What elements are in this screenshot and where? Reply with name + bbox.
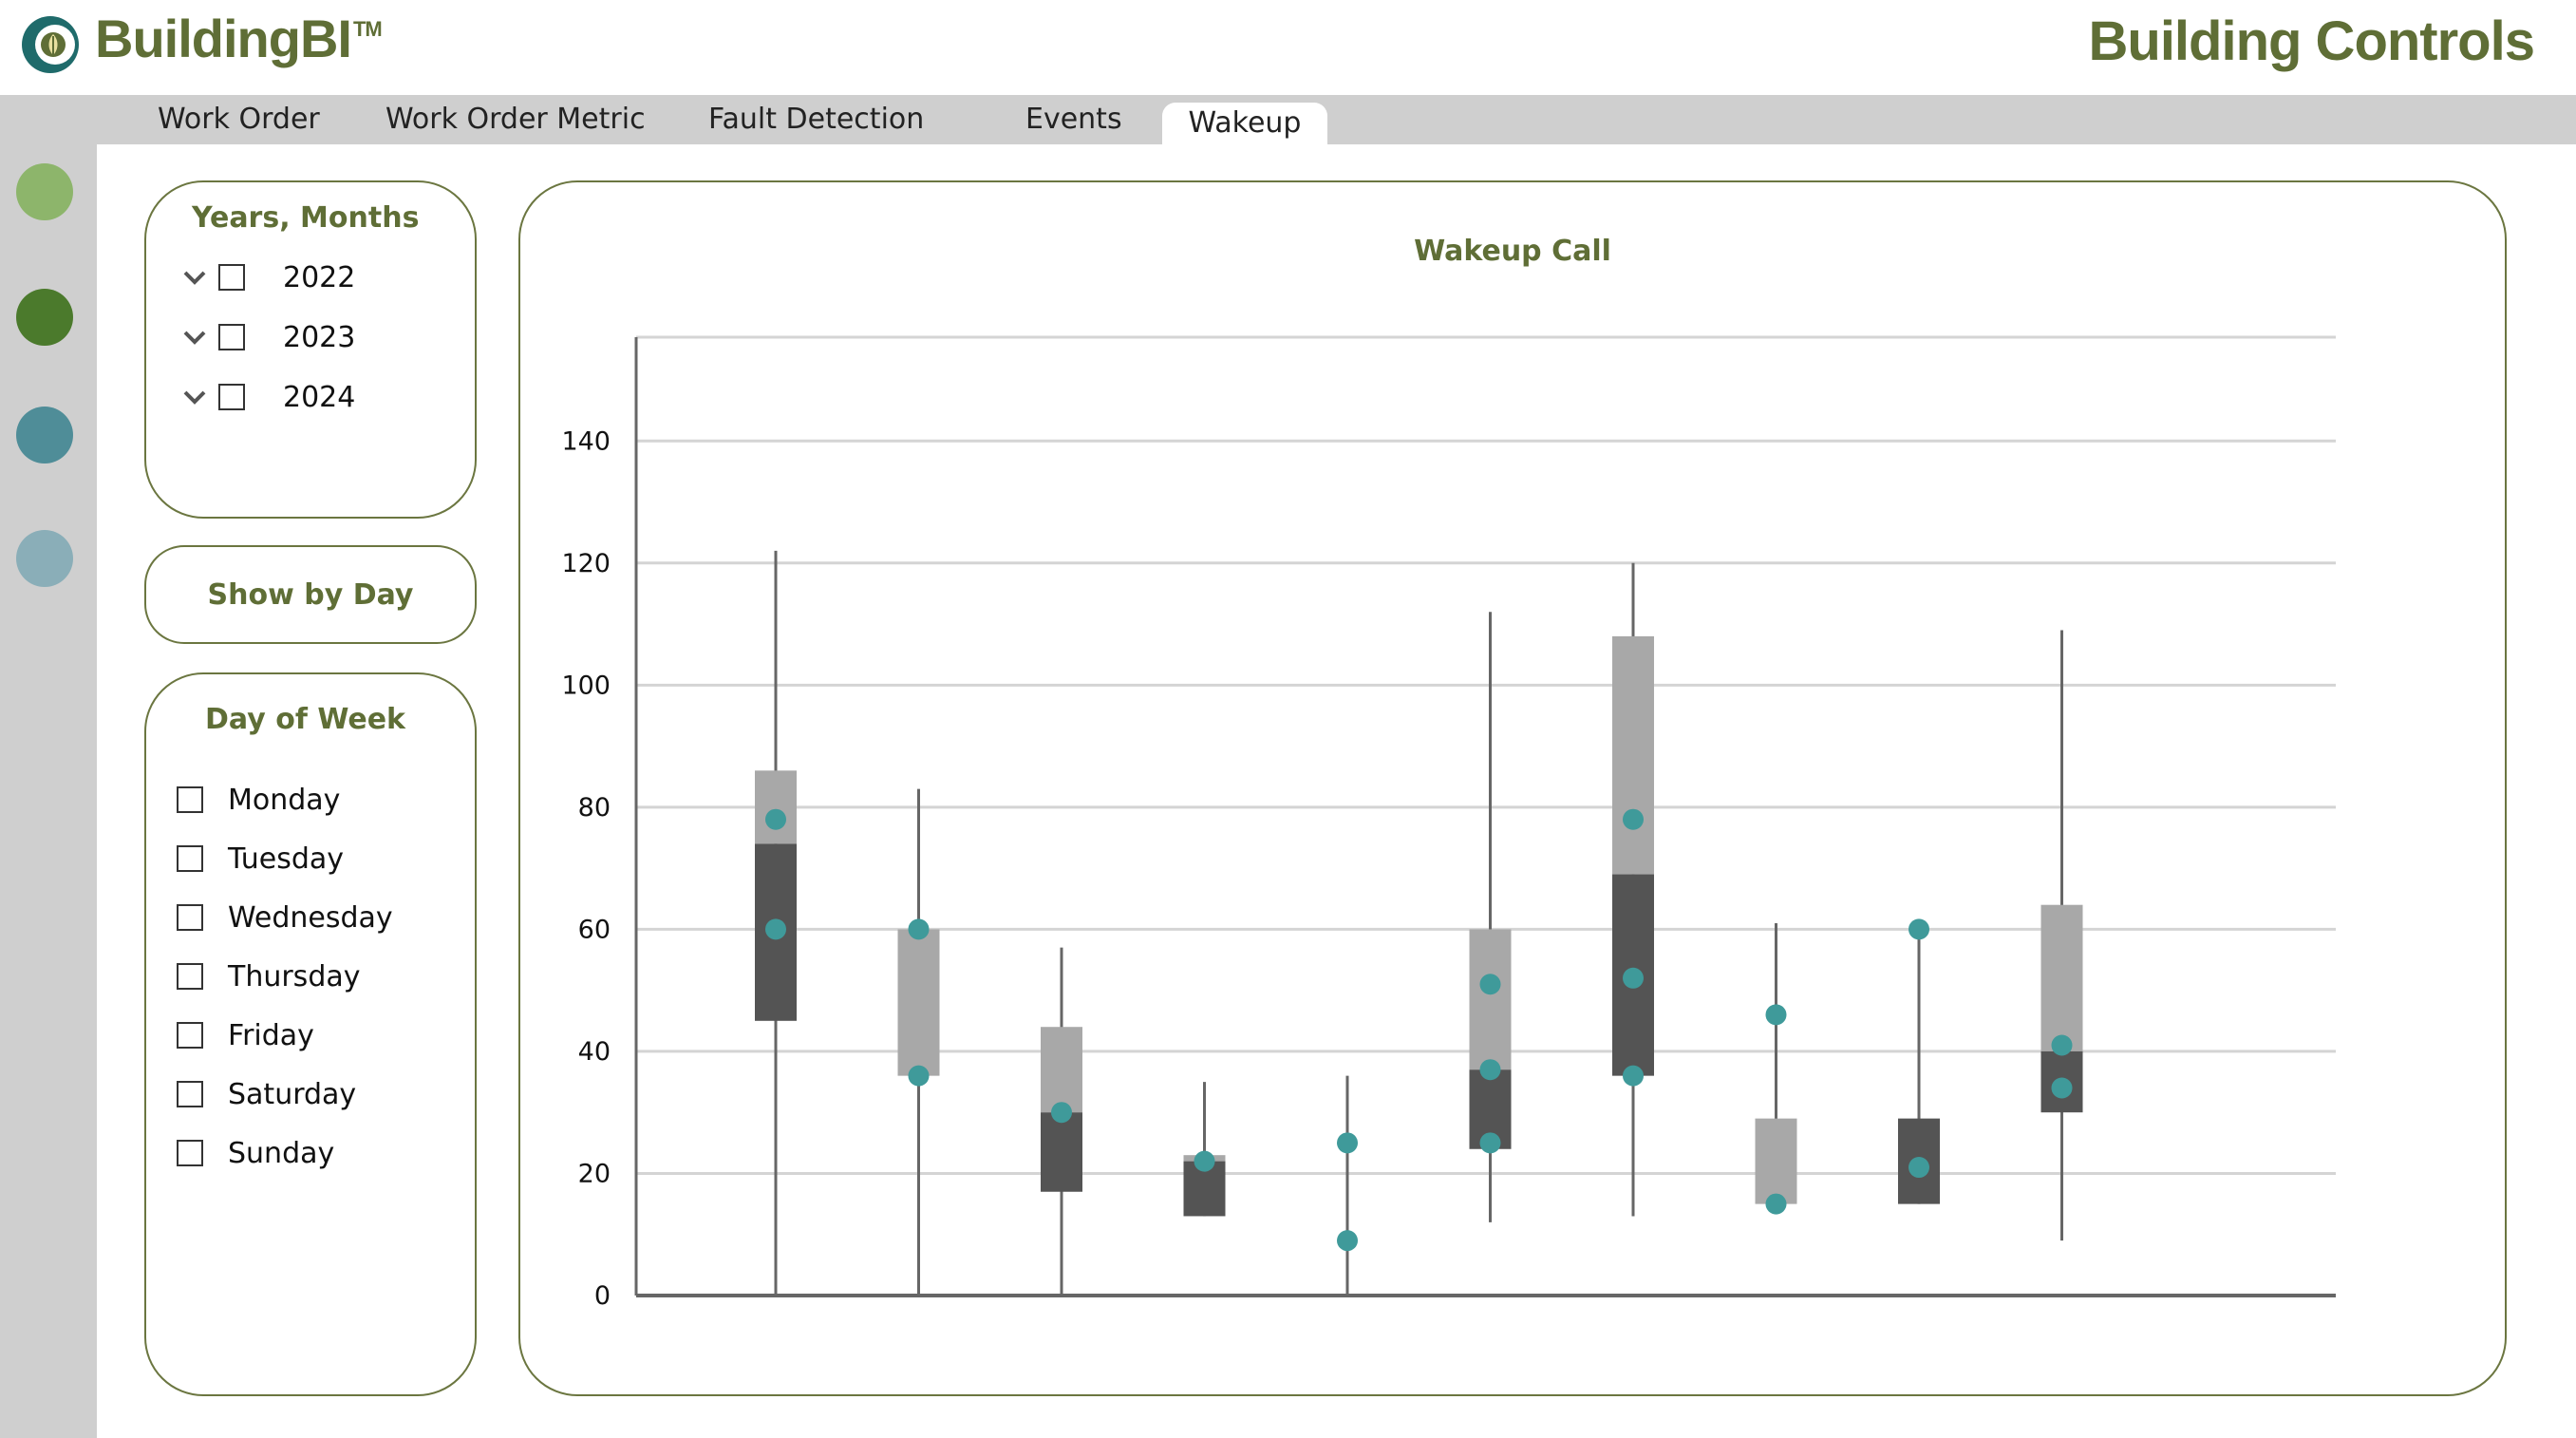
day-checkbox-friday[interactable] bbox=[177, 1022, 203, 1049]
year-label: 2023 bbox=[283, 320, 356, 354]
y-tick-label: 120 bbox=[561, 549, 611, 578]
day-row-friday: Friday bbox=[177, 1014, 314, 1056]
day-row-monday: Monday bbox=[177, 779, 340, 821]
box-upper bbox=[1041, 1027, 1082, 1113]
chevron-down-icon[interactable] bbox=[180, 263, 209, 292]
value-marker bbox=[1194, 1150, 1215, 1172]
wakeup-chart-panel: Wakeup Call 0 20 40 60 80 100 120 140 bbox=[518, 180, 2507, 1396]
day-row-saturday: Saturday bbox=[177, 1073, 356, 1115]
rail-gap bbox=[97, 144, 106, 1438]
chevron-down-icon[interactable] bbox=[180, 323, 209, 351]
show-by-day-button[interactable]: Show by Day bbox=[144, 545, 477, 644]
value-marker bbox=[765, 918, 786, 940]
value-marker bbox=[1623, 1065, 1644, 1087]
value-marker bbox=[765, 808, 786, 830]
day-checkbox-thursday[interactable] bbox=[177, 963, 203, 990]
tab-wakeup[interactable]: Wakeup bbox=[1162, 103, 1327, 144]
box-upper bbox=[2040, 904, 2083, 1051]
tab-work-order-metric[interactable]: Work Order Metric bbox=[385, 95, 646, 144]
wakeup-boxplot: 0 20 40 60 80 100 120 140 bbox=[561, 335, 2336, 1311]
box-upper bbox=[1755, 1118, 1797, 1204]
day-row-sunday: Sunday bbox=[177, 1132, 334, 1174]
y-tick-label: 40 bbox=[578, 1037, 611, 1067]
day-row-thursday: Thursday bbox=[177, 956, 361, 997]
day-checkbox-wednesday[interactable] bbox=[177, 904, 203, 931]
value-marker bbox=[1908, 918, 1929, 940]
value-marker bbox=[1908, 1157, 1929, 1179]
years-months-title: Years, Months bbox=[192, 201, 420, 235]
box-upper bbox=[897, 929, 940, 1076]
year-row-2023: 2023 bbox=[180, 316, 355, 358]
value-marker bbox=[908, 918, 930, 940]
nav-dot-teal[interactable] bbox=[16, 407, 73, 464]
year-checkbox-2023[interactable] bbox=[218, 324, 245, 350]
day-label: Saturday bbox=[228, 1077, 357, 1111]
left-nav-rail bbox=[0, 144, 97, 1438]
day-row-tuesday: Tuesday bbox=[177, 838, 344, 880]
day-of-week-filter: Day of Week Monday Tuesday Wednesday Thu… bbox=[144, 672, 477, 1396]
value-marker bbox=[1765, 1004, 1787, 1026]
years-months-filter: Years, Months 2022 2023 2024 bbox=[144, 180, 477, 519]
day-label: Monday bbox=[228, 783, 341, 817]
nav-dot-dark-green[interactable] bbox=[16, 289, 73, 346]
y-tick-label: 60 bbox=[578, 915, 611, 944]
day-label: Friday bbox=[228, 1018, 314, 1052]
day-label: Wednesday bbox=[228, 900, 393, 935]
value-marker bbox=[1479, 974, 1501, 995]
value-marker bbox=[1479, 1059, 1501, 1081]
box-upper bbox=[1469, 929, 1512, 1070]
year-label: 2024 bbox=[283, 380, 356, 414]
box-upper bbox=[1612, 635, 1654, 875]
value-marker bbox=[1765, 1193, 1787, 1215]
box-upper bbox=[755, 770, 797, 844]
value-marker bbox=[1623, 967, 1644, 989]
chevron-down-icon[interactable] bbox=[180, 383, 209, 411]
leaf-c-logo-icon bbox=[22, 16, 79, 73]
year-row-2024: 2024 bbox=[180, 376, 355, 418]
value-marker bbox=[1337, 1230, 1358, 1252]
tab-fault-detection[interactable]: Fault Detection bbox=[708, 95, 924, 144]
day-checkbox-saturday[interactable] bbox=[177, 1081, 203, 1107]
y-tick-label: 0 bbox=[594, 1281, 611, 1311]
day-of-week-title: Day of Week bbox=[205, 703, 405, 736]
y-tick-label: 80 bbox=[578, 793, 611, 823]
tab-bar: Work Order Work Order Metric Fault Detec… bbox=[0, 95, 2576, 144]
value-marker bbox=[1623, 808, 1644, 830]
value-marker bbox=[2051, 1034, 2073, 1056]
tab-events[interactable]: Events bbox=[1025, 95, 1122, 144]
y-tick-label: 140 bbox=[561, 426, 611, 456]
trademark-mark: TM bbox=[352, 17, 383, 41]
value-marker bbox=[1479, 1132, 1501, 1154]
day-label: Tuesday bbox=[228, 842, 345, 876]
show-by-day-label: Show by Day bbox=[207, 578, 414, 612]
value-marker bbox=[908, 1065, 930, 1087]
page-title: Building Controls bbox=[2088, 10, 2535, 72]
year-checkbox-2022[interactable] bbox=[218, 264, 245, 291]
day-row-wednesday: Wednesday bbox=[177, 897, 393, 938]
y-tick-label: 20 bbox=[578, 1159, 611, 1188]
day-label: Thursday bbox=[228, 959, 361, 993]
tab-work-order[interactable]: Work Order bbox=[158, 95, 320, 144]
box-lower bbox=[1041, 1112, 1082, 1192]
value-marker bbox=[2051, 1077, 2073, 1099]
nav-dot-light-green[interactable] bbox=[16, 163, 73, 220]
year-checkbox-2024[interactable] bbox=[218, 384, 245, 410]
brand-name: BuildingBITM bbox=[95, 9, 383, 68]
day-label: Sunday bbox=[228, 1136, 335, 1170]
nav-dot-light-teal[interactable] bbox=[16, 530, 73, 587]
y-tick-label: 100 bbox=[561, 671, 611, 700]
value-marker bbox=[1051, 1102, 1072, 1124]
day-checkbox-monday[interactable] bbox=[177, 786, 203, 813]
day-checkbox-sunday[interactable] bbox=[177, 1140, 203, 1166]
value-marker bbox=[1337, 1132, 1358, 1154]
year-row-2022: 2022 bbox=[180, 256, 355, 298]
year-label: 2022 bbox=[283, 260, 356, 294]
day-checkbox-tuesday[interactable] bbox=[177, 845, 203, 872]
